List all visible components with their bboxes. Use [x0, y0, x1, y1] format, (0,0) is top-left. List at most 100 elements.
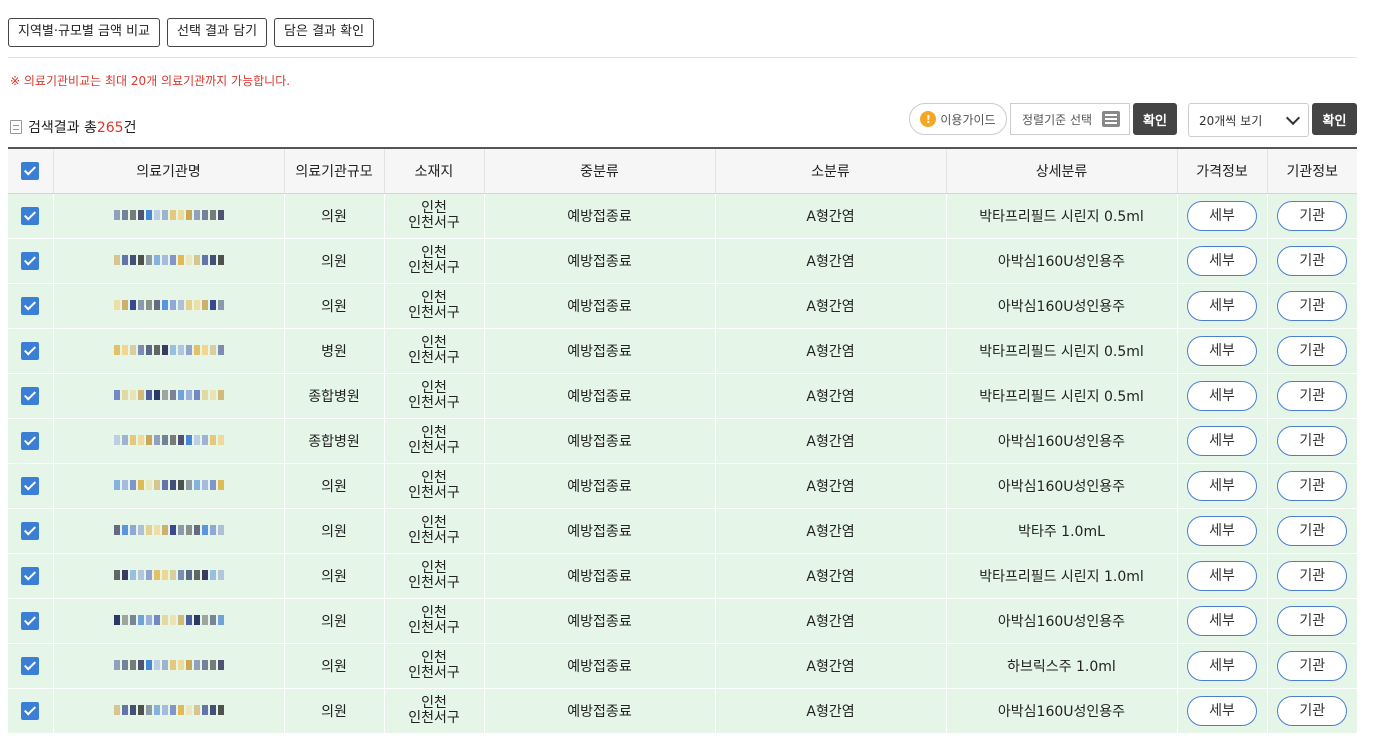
pixelation-block — [209, 705, 216, 715]
location-cell: 인천 인천서구 — [384, 238, 485, 284]
row-checkbox[interactable] — [21, 477, 40, 495]
row-checkbox[interactable] — [21, 207, 40, 225]
location-cell: 인천 인천서구 — [384, 508, 485, 554]
pixelation-block — [153, 390, 160, 400]
header-size[interactable]: 의료기관규모 — [284, 147, 385, 194]
mid-category-cell: 예방접종료 — [484, 463, 716, 509]
detail-button[interactable]: 세부 — [1187, 336, 1257, 366]
detail-button[interactable]: 세부 — [1187, 246, 1257, 276]
hospital-name-cell[interactable] — [53, 373, 285, 419]
per-page-confirm-button[interactable]: 확인 — [1312, 103, 1357, 135]
header-name[interactable]: 의료기관명 — [53, 147, 285, 194]
hospital-name-cell[interactable] — [53, 508, 285, 554]
sort-confirm-button[interactable]: 확인 — [1133, 103, 1177, 135]
org-button[interactable]: 기관 — [1277, 651, 1348, 681]
pixelation-block — [201, 615, 208, 625]
hospital-name-cell[interactable] — [53, 328, 285, 374]
org-button[interactable]: 기관 — [1277, 516, 1348, 546]
org-button[interactable]: 기관 — [1277, 606, 1348, 636]
pixelation-block — [161, 210, 168, 220]
detail-button[interactable]: 세부 — [1187, 381, 1257, 411]
mid-category-cell: 예방접종료 — [484, 598, 716, 644]
org-button[interactable]: 기관 — [1277, 381, 1348, 411]
detail-button[interactable]: 세부 — [1187, 606, 1257, 636]
org-button[interactable]: 기관 — [1277, 291, 1348, 321]
table-row: 종합병원 인천 인천서구 예방접종료 A형간염 아박심160U성인용주 세부 기관 — [8, 418, 1357, 464]
org-button[interactable]: 기관 — [1277, 426, 1348, 456]
row-checkbox[interactable] — [21, 387, 40, 405]
location-cell: 인천 인천서구 — [384, 328, 485, 374]
detail-button[interactable]: 세부 — [1187, 516, 1257, 546]
org-button[interactable]: 기관 — [1277, 696, 1348, 726]
per-page-select[interactable]: 20개씩 보기 — [1188, 103, 1309, 137]
org-info-cell: 기관 — [1267, 553, 1357, 599]
org-button[interactable]: 기관 — [1277, 561, 1348, 591]
small-category-cell: A형간염 — [715, 553, 947, 599]
detail-button[interactable]: 세부 — [1187, 291, 1257, 321]
pixelation-block — [129, 435, 136, 445]
pixelation-block — [129, 525, 136, 535]
hospital-name-cell[interactable] — [53, 238, 285, 284]
row-checkbox[interactable] — [21, 297, 40, 315]
hospital-name-cell[interactable] — [53, 193, 285, 239]
hospital-name-cell[interactable] — [53, 463, 285, 509]
org-button[interactable]: 기관 — [1277, 201, 1348, 231]
location-cell: 인천 인천서구 — [384, 463, 485, 509]
row-checkbox[interactable] — [21, 657, 40, 675]
hospital-name-cell[interactable] — [53, 598, 285, 644]
hospital-name-cell[interactable] — [53, 688, 285, 734]
hospital-name-cell[interactable] — [53, 643, 285, 689]
select-all-checkbox[interactable] — [21, 162, 40, 180]
row-select-cell — [8, 553, 54, 599]
pixelation-block — [161, 525, 168, 535]
pixelation-block — [169, 525, 176, 535]
header-mid-category[interactable]: 중분류 — [484, 147, 716, 194]
redacted-hospital-name — [113, 658, 224, 672]
hospital-name-cell[interactable] — [53, 553, 285, 599]
row-checkbox[interactable] — [21, 522, 40, 540]
pixelation-block — [121, 570, 128, 580]
pixelation-block — [145, 660, 152, 670]
sort-select-button[interactable]: 정렬기준 선택 — [1010, 103, 1130, 135]
pixelation-block — [217, 615, 224, 625]
row-checkbox[interactable] — [21, 567, 40, 585]
detail-button[interactable]: 세부 — [1187, 696, 1257, 726]
row-checkbox[interactable] — [21, 342, 40, 360]
table-row: 종합병원 인천 인천서구 예방접종료 A형간염 박타프리필드 시린지 0.5ml 세부 기관 — [8, 373, 1357, 419]
detail-button[interactable]: 세부 — [1187, 201, 1257, 231]
save-selection-button[interactable]: 선택 결과 담기 — [167, 18, 268, 47]
header-small-category[interactable]: 소분류 — [715, 147, 947, 194]
pixelation-block — [121, 435, 128, 445]
row-checkbox[interactable] — [21, 432, 40, 450]
row-checkbox[interactable] — [21, 702, 40, 720]
pixelation-block — [153, 345, 160, 355]
pixelation-block — [145, 300, 152, 310]
header-detail-category[interactable]: 상세분류 — [946, 147, 1178, 194]
org-button[interactable]: 기관 — [1277, 336, 1348, 366]
pixelation-block — [161, 300, 168, 310]
detail-category-cell: 박타프리필드 시린지 0.5ml — [946, 193, 1178, 239]
pixelation-block — [121, 660, 128, 670]
hospital-name-cell[interactable] — [53, 283, 285, 329]
header-location[interactable]: 소재지 — [384, 147, 485, 194]
row-checkbox[interactable] — [21, 612, 40, 630]
org-button[interactable]: 기관 — [1277, 471, 1348, 501]
pixelation-block — [193, 345, 200, 355]
pixelation-block — [145, 615, 152, 625]
detail-button[interactable]: 세부 — [1187, 426, 1257, 456]
pixelation-block — [209, 615, 216, 625]
pixelation-block — [177, 615, 184, 625]
size-cell: 의원 — [284, 688, 385, 734]
compare-by-region-button[interactable]: 지역별·규모별 금액 비교 — [8, 18, 160, 47]
location-cell: 인천 인천서구 — [384, 283, 485, 329]
detail-button[interactable]: 세부 — [1187, 471, 1257, 501]
usage-guide-button[interactable]: ! 이용가이드 — [909, 103, 1007, 135]
pixelation-block — [113, 210, 120, 220]
detail-button[interactable]: 세부 — [1187, 651, 1257, 681]
hospital-name-cell[interactable] — [53, 418, 285, 464]
price-info-cell: 세부 — [1177, 283, 1268, 329]
row-checkbox[interactable] — [21, 252, 40, 270]
detail-button[interactable]: 세부 — [1187, 561, 1257, 591]
org-button[interactable]: 기관 — [1277, 246, 1348, 276]
view-saved-button[interactable]: 담은 결과 확인 — [274, 18, 375, 47]
